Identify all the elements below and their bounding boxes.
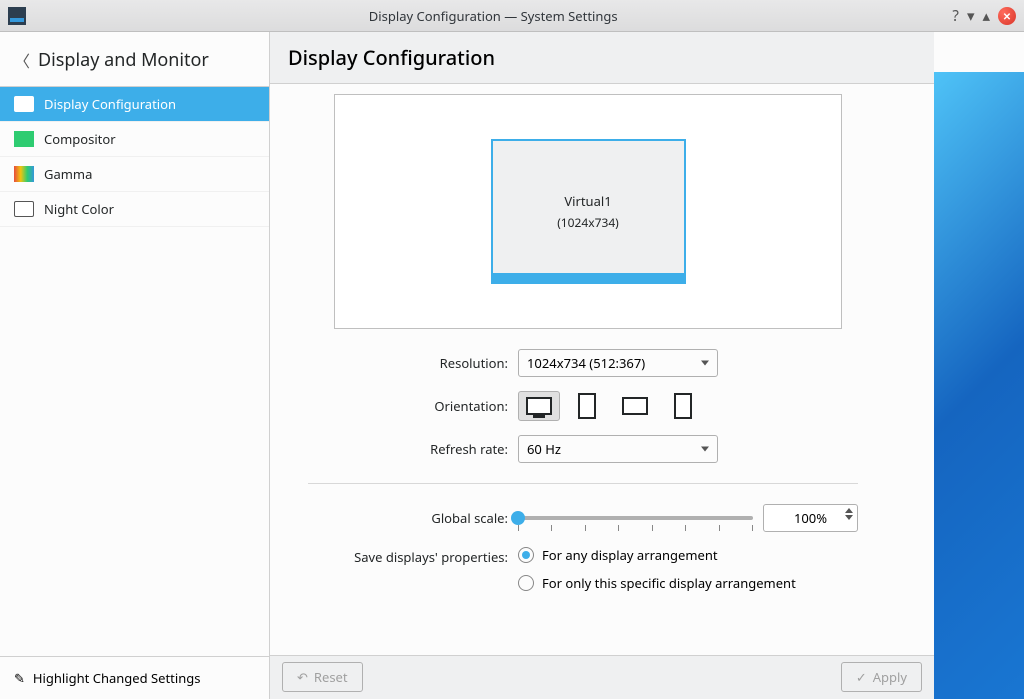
scale-spinbox[interactable]: 100%: [763, 504, 858, 532]
settings-window: Display Configuration — System Settings …: [0, 0, 1024, 699]
ticks: [518, 525, 753, 531]
resolution-select[interactable]: 1024x734 (512:367): [518, 349, 718, 377]
landscape-flip-icon: [622, 397, 648, 415]
radio-dot-on: [518, 547, 534, 563]
sidebar-item-label: Night Color: [44, 200, 114, 218]
window-title: Display Configuration — System Settings: [34, 7, 952, 25]
app-icon: [8, 7, 26, 25]
spin-arrows[interactable]: [845, 508, 853, 520]
screen-name: Virtual1: [564, 192, 611, 210]
sidebar-item-display-config[interactable]: Display Configuration: [0, 87, 269, 122]
radio-specific-arrangement[interactable]: For only this specific display arrangeme…: [518, 574, 858, 592]
screen-bar: [492, 273, 685, 283]
chevron-left-icon: 〈: [14, 48, 30, 72]
content: 〈 Display and Monitor Display Configurat…: [0, 32, 1024, 699]
orientation-portrait[interactable]: [566, 391, 608, 421]
orientation-portrait-flipped[interactable]: [662, 391, 704, 421]
orientation-landscape[interactable]: [518, 391, 560, 421]
sidebar-item-night-color[interactable]: Night Color: [0, 192, 269, 227]
help-icon[interactable]: ?: [952, 6, 959, 26]
divider: [308, 483, 858, 484]
panel: Virtual1 (1024x734) Resolution: 1024x734…: [274, 84, 922, 655]
screen-res: (1024x734): [557, 214, 619, 231]
slider-line: [518, 516, 753, 520]
sidebar-item-label: Gamma: [44, 165, 92, 183]
scale-row: 100%: [518, 504, 858, 532]
resolution-value: 1024x734 (512:367): [527, 354, 645, 372]
landscape-icon: [526, 397, 552, 415]
scale-value: 100%: [794, 509, 827, 527]
apply-button[interactable]: ✓ Apply: [841, 662, 922, 692]
display-preview[interactable]: Virtual1 (1024x734): [334, 94, 842, 329]
orientation-row: [518, 391, 858, 421]
slider-thumb[interactable]: [511, 511, 525, 525]
minimize-icon[interactable]: ▾: [967, 6, 975, 26]
pen-icon: ✎: [14, 669, 25, 687]
page-title: Display Configuration: [270, 32, 934, 84]
check-icon: ✓: [856, 668, 867, 686]
sidebar-item-label: Compositor: [44, 130, 116, 148]
compositor-icon: [14, 131, 34, 147]
reset-button[interactable]: ↶ Reset: [282, 662, 363, 692]
monitor-icon: [14, 96, 34, 112]
refresh-value: 60 Hz: [527, 440, 561, 458]
radio-any-arrangement[interactable]: For any display arrangement: [518, 546, 858, 564]
form: Resolution: 1024x734 (512:367) Orientati…: [308, 349, 868, 592]
sidebar-item-gamma[interactable]: Gamma: [0, 157, 269, 192]
reset-label: Reset: [314, 668, 348, 686]
apply-label: Apply: [873, 668, 907, 686]
sidebar-item-compositor[interactable]: Compositor: [0, 122, 269, 157]
night-icon: [14, 201, 34, 217]
main-wrap: Display Configuration Virtual1 (1024x734…: [270, 32, 934, 699]
scale-label: Global scale:: [308, 509, 508, 527]
footer: ↶ Reset ✓ Apply: [270, 655, 934, 699]
sidebar-back[interactable]: 〈 Display and Monitor: [0, 32, 269, 87]
gamma-icon: [14, 166, 34, 182]
orientation-label: Orientation:: [308, 397, 508, 415]
refresh-label: Refresh rate:: [308, 440, 508, 458]
highlight-changed-button[interactable]: ✎ Highlight Changed Settings: [0, 656, 269, 699]
resolution-label: Resolution:: [308, 354, 508, 372]
radio-label: For any display arrangement: [542, 546, 718, 564]
radio-label: For only this specific display arrangeme…: [542, 574, 796, 592]
save-radios: For any display arrangement For only thi…: [518, 546, 858, 592]
portrait-flip-icon: [674, 393, 692, 419]
titlebar: Display Configuration — System Settings …: [0, 0, 1024, 32]
orientation-landscape-flipped[interactable]: [614, 391, 656, 421]
radio-dot-off: [518, 575, 534, 591]
sidebar: 〈 Display and Monitor Display Configurat…: [0, 32, 270, 699]
sidebar-title: Display and Monitor: [38, 48, 209, 72]
scale-slider[interactable]: [518, 509, 753, 527]
maximize-icon[interactable]: ▴: [982, 6, 990, 26]
window-controls: ? ▾ ▴ ✕: [952, 6, 1016, 26]
sidebar-footer-label: Highlight Changed Settings: [33, 669, 201, 687]
save-label: Save displays' properties:: [308, 546, 508, 566]
portrait-icon: [578, 393, 596, 419]
refresh-select[interactable]: 60 Hz: [518, 435, 718, 463]
sidebar-item-label: Display Configuration: [44, 95, 176, 113]
close-icon[interactable]: ✕: [998, 7, 1016, 25]
undo-icon: ↶: [297, 668, 308, 686]
screen-thumbnail[interactable]: Virtual1 (1024x734): [491, 139, 686, 284]
main: Display Configuration Virtual1 (1024x734…: [270, 32, 1024, 699]
